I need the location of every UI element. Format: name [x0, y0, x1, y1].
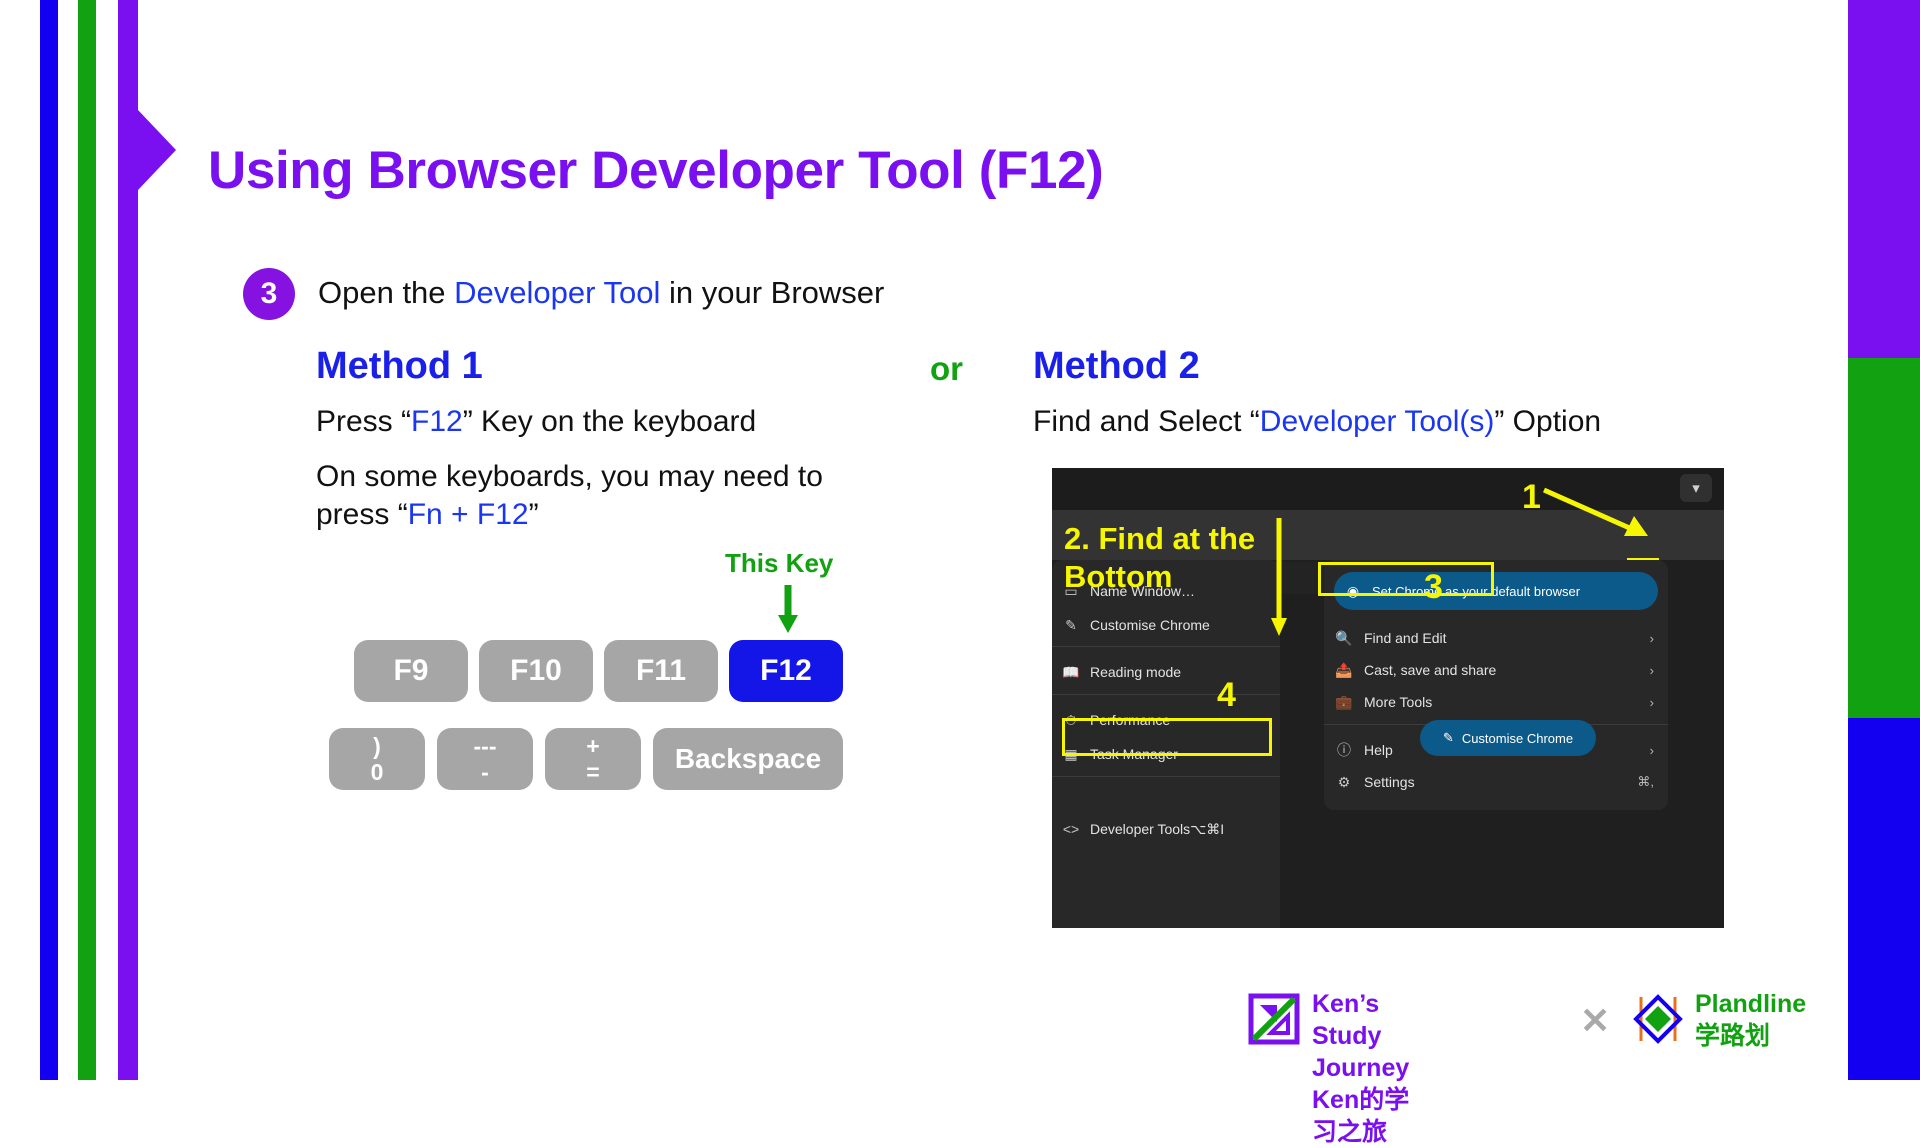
- method-1-heading: Method 1: [316, 345, 483, 387]
- key-equals-top: +: [586, 733, 600, 760]
- key-minus-bottom: -: [481, 758, 489, 785]
- step-instruction: Open the Developer Tool in your Browser: [318, 275, 884, 311]
- m2-l1-before: Find and Select “: [1033, 405, 1260, 438]
- this-key-label: This Key: [725, 548, 834, 578]
- submenu-item-cast-save-share[interactable]: 📤 Cast, save and share ›: [1324, 654, 1668, 686]
- chevron-right-icon: ›: [1649, 694, 1654, 710]
- logo-separator-x: ✕: [1580, 1000, 1611, 1041]
- m1-l1-before: Press “: [316, 405, 412, 438]
- key-equals[interactable]: + =: [545, 728, 641, 790]
- page-title: Using Browser Developer Tool (F12): [208, 141, 1104, 200]
- plandline-line-2: 学路划: [1695, 1022, 1771, 1050]
- menu-item-reading-mode[interactable]: 📖 Reading mode: [1052, 655, 1280, 689]
- method-1-line-2: On some keyboards, you may need to press…: [316, 458, 876, 535]
- ken-study-journey-label: Ken’s Study Journey Ken的学习之旅: [1312, 988, 1409, 1148]
- key-minus-top: ---: [473, 733, 497, 760]
- ken-logo-line-2: Ken的学习之旅: [1312, 1086, 1410, 1146]
- key-equals-bottom: =: [586, 758, 600, 785]
- key-f12[interactable]: F12: [729, 640, 843, 702]
- right-accent-bar: [1848, 0, 1920, 1080]
- submenu-item-more-tools[interactable]: 💼 More Tools ›: [1324, 686, 1668, 718]
- submenu-item-shortcut: ⌘,: [1637, 774, 1654, 789]
- plandline-logo-icon: [1633, 994, 1683, 1044]
- step-text-after: in your Browser: [660, 275, 885, 310]
- right-bar-segment-green: [1848, 358, 1920, 718]
- submenu-item-find-and-edit[interactable]: 🔍 Find and Edit ›: [1324, 622, 1668, 654]
- left-arrow-marker: [138, 110, 176, 190]
- customise-chrome-pill-label: Customise Chrome: [1461, 730, 1574, 746]
- menu-item-label: Developer Tools: [1090, 821, 1191, 837]
- highlight-box-developer-tools: [1062, 718, 1272, 756]
- right-bar-segment-blue: [1848, 718, 1920, 1080]
- or-separator-label: or: [930, 350, 963, 387]
- pencil-icon: ✎: [1442, 730, 1454, 745]
- key-minus[interactable]: --- -: [437, 728, 533, 790]
- pencil-icon: ✎: [1065, 616, 1077, 633]
- menu-item-developer-tools[interactable]: <> Developer Tools ⌥⌘I: [1052, 812, 1280, 846]
- step-highlight: Developer Tool: [454, 275, 661, 310]
- annotation-number-1: 1: [1522, 478, 1541, 516]
- m1-l2-after: ”: [528, 498, 539, 532]
- ken-study-journey-logo-icon: [1248, 993, 1300, 1045]
- help-icon: ⓘ: [1337, 742, 1351, 758]
- chrome-submenu: ◉ Set Chrome as your default browser 🔍 F…: [1324, 560, 1668, 810]
- m1-l2-before: On some keyboards, you may need to press…: [316, 460, 823, 532]
- chevron-right-icon: ›: [1649, 630, 1654, 646]
- method-1-line-1: Press “F12” Key on the keyboard: [316, 405, 756, 439]
- key-f9[interactable]: F9: [354, 640, 468, 702]
- m1-l1-after: ” Key on the keyboard: [462, 405, 757, 438]
- annotation-find-at-bottom: 2. Find at the Bottom: [1064, 521, 1256, 594]
- yellow-diagonal-arrow-icon: [1542, 487, 1648, 536]
- submenu-item-label: Cast, save and share: [1364, 662, 1497, 678]
- menu-item-label: Reading mode: [1090, 664, 1182, 680]
- m2-l1-key: Developer Tool(s): [1259, 405, 1495, 438]
- tools-icon: 💼: [1335, 693, 1353, 710]
- menu-item-shortcut: ⌥⌘I: [1190, 820, 1225, 837]
- find-icon: 🔍: [1335, 629, 1353, 646]
- customise-chrome-pill-button[interactable]: ✎ Customise Chrome: [1420, 720, 1596, 756]
- menu-divider: [1052, 694, 1280, 695]
- right-bar-segment-purple: [1848, 0, 1920, 358]
- method-2-heading: Method 2: [1033, 345, 1200, 387]
- left-accent-bar-green: [78, 0, 96, 1080]
- submenu-item-label: Find and Edit: [1364, 630, 1447, 646]
- m1-l1-key: F12: [411, 405, 463, 438]
- gear-icon: ⚙: [1337, 773, 1351, 790]
- menu-item-label: Customise Chrome: [1090, 617, 1210, 633]
- book-icon: 📖: [1062, 663, 1080, 680]
- menu-divider: [1052, 776, 1280, 777]
- chrome-menu-screenshot: ▾ ☆ ⧖ ▭ Name Window… ✎ Customise Chrome …: [1052, 468, 1724, 928]
- left-accent-bar-purple: [118, 0, 138, 1080]
- down-arrow-icon: [778, 585, 798, 633]
- chevron-right-icon: ›: [1649, 742, 1654, 758]
- step-number-badge: 3: [243, 268, 295, 320]
- submenu-item-label: Settings: [1364, 774, 1415, 790]
- submenu-item-label: Help: [1364, 742, 1393, 758]
- key-backspace[interactable]: Backspace: [653, 728, 843, 790]
- chevron-right-icon: ›: [1649, 662, 1654, 678]
- ken-logo-line-1: Ken’s Study Journey: [1312, 990, 1410, 1082]
- code-icon: <>: [1062, 821, 1080, 837]
- cast-icon: 📤: [1335, 661, 1353, 678]
- method-2-line-1: Find and Select “Developer Tool(s)” Opti…: [1033, 405, 1601, 439]
- m1-l2-key: Fn + F12: [407, 498, 529, 532]
- annotation-number-4: 4: [1217, 676, 1236, 714]
- key-f11[interactable]: F11: [604, 640, 718, 702]
- highlight-box-more-tools: [1318, 562, 1494, 596]
- left-accent-bar-blue: [40, 0, 58, 1080]
- key-zero-top: ): [373, 733, 381, 760]
- menu-item-customise-chrome[interactable]: ✎ Customise Chrome: [1052, 608, 1280, 642]
- submenu-item-label: More Tools: [1364, 694, 1433, 710]
- plandline-line-1: Plandline: [1695, 990, 1807, 1018]
- m2-l1-after: ” Option: [1494, 405, 1602, 438]
- submenu-item-settings[interactable]: ⚙ Settings ⌘,: [1324, 766, 1668, 798]
- menu-divider: [1052, 646, 1280, 647]
- plandline-label: Plandline 学路划: [1695, 988, 1806, 1052]
- key-zero-bottom: 0: [370, 758, 384, 785]
- key-zero[interactable]: ) 0: [329, 728, 425, 790]
- key-f10[interactable]: F10: [479, 640, 593, 702]
- step-text-before: Open the: [318, 275, 455, 310]
- chevron-down-icon[interactable]: ▾: [1680, 474, 1712, 502]
